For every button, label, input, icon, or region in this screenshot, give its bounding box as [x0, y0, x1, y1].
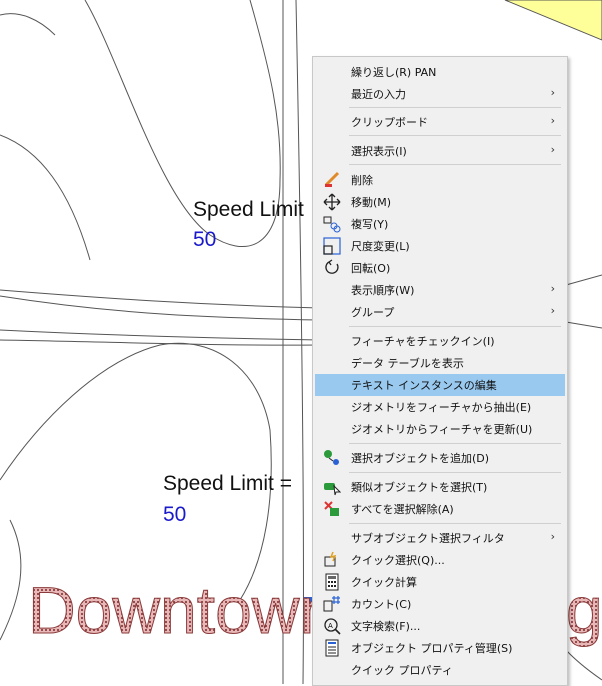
downtown-text: Downtown: [28, 573, 313, 648]
count-icon: [315, 593, 349, 615]
properties-icon: [315, 637, 349, 659]
road-left: [0, 134, 91, 261]
menu-item-rotate[interactable]: 回転(O): [315, 257, 565, 279]
eraser-icon: [315, 169, 349, 191]
speed-limit-label-2: Speed Limit =: [163, 472, 292, 495]
submenu-arrow-icon: ›: [550, 114, 555, 127]
menu-item-group[interactable]: グループ ›: [315, 301, 565, 323]
menu-item-add-selected[interactable]: 選択オブジェクトを追加(D): [315, 447, 565, 469]
menu-separator: [349, 164, 561, 165]
menu-separator: [349, 472, 561, 473]
yellow-parcel: [504, 0, 602, 41]
road-right-2: [565, 321, 602, 329]
svg-text:Downtown: Downtown: [28, 573, 312, 647]
menu-separator: [349, 523, 561, 524]
add-selected-icon: [315, 447, 349, 469]
speed-limit-label-1: Speed Limit: [193, 198, 304, 221]
select-similar-icon: [315, 476, 349, 498]
road-right-1: [565, 274, 602, 286]
road-horizontal-3: [0, 329, 321, 341]
deselect-all-icon: [315, 498, 349, 520]
submenu-arrow-icon: ›: [550, 86, 555, 99]
calculator-icon: [315, 571, 349, 593]
menu-item-edit-text-instance[interactable]: テキスト インスタンスの編集: [315, 374, 565, 396]
menu-item-draw-order[interactable]: 表示順序(W) ›: [315, 279, 565, 301]
menu-item-isolate[interactable]: 選択表示(I) ›: [315, 140, 565, 162]
speed-limit-value-1: 50: [193, 228, 217, 251]
copy-icon: [315, 213, 349, 235]
road-curve: [0, 13, 56, 36]
menu-item-properties[interactable]: オブジェクト プロパティ管理(S): [315, 637, 565, 659]
menu-separator: [349, 107, 561, 108]
menu-item-copy[interactable]: 複写(Y): [315, 213, 565, 235]
menu-item-extract-geometry[interactable]: ジオメトリをフィーチャから抽出(E): [315, 396, 565, 418]
menu-item-repeat-pan[interactable]: 繰り返し(R) PAN: [315, 61, 565, 83]
menu-item-checkin-feature[interactable]: フィーチャをチェックイン(I): [315, 330, 565, 352]
menu-item-select-similar[interactable]: 類似オブジェクトを選択(T): [315, 476, 565, 498]
move-icon: [315, 191, 349, 213]
road-horizontal-4: [0, 339, 321, 346]
menu-item-update-feature[interactable]: ジオメトリからフィーチャを更新(U): [315, 418, 565, 440]
context-menu: 繰り返し(R) PAN 最近の入力 › クリップボード › 選択表示(I) › 削除 …: [312, 56, 568, 686]
svg-text:g: g: [566, 580, 602, 647]
rotate-icon: [315, 257, 349, 279]
menu-item-clipboard[interactable]: クリップボード ›: [315, 111, 565, 133]
road-horizontal-2: [0, 295, 321, 321]
menu-item-show-data-table[interactable]: データ テーブルを表示: [315, 352, 565, 374]
speed-limit-value-2: 50: [163, 503, 187, 526]
road-bottom-right: [565, 649, 602, 681]
menu-item-quick-select[interactable]: クイック選択(Q)...: [315, 549, 565, 571]
menu-item-find-text[interactable]: A 文字検索(F)...: [315, 615, 565, 637]
menu-item-recent-input[interactable]: 最近の入力 ›: [315, 83, 565, 105]
submenu-arrow-icon: ›: [550, 530, 555, 543]
submenu-arrow-icon: ›: [550, 282, 555, 295]
road-horizontal-1: [0, 289, 321, 309]
quick-select-icon: [315, 549, 349, 571]
menu-item-move[interactable]: 移動(M): [315, 191, 565, 213]
submenu-arrow-icon: ›: [550, 304, 555, 317]
downtown-text-tail: g: [566, 580, 602, 648]
menu-item-count[interactable]: カウント(C): [315, 593, 565, 615]
menu-item-quick-calc[interactable]: クイック計算: [315, 571, 565, 593]
menu-separator: [349, 135, 561, 136]
menu-separator: [349, 443, 561, 444]
menu-item-subobject-filter[interactable]: サブオブジェクト選択フィルタ ›: [315, 527, 565, 549]
find-text-icon: A: [315, 615, 349, 637]
scale-icon: [315, 235, 349, 257]
menu-item-scale[interactable]: 尺度変更(L): [315, 235, 565, 257]
svg-text:A: A: [328, 622, 333, 630]
menu-separator: [349, 326, 561, 327]
menu-item-quick-properties[interactable]: クイック プロパティ: [315, 659, 565, 681]
menu-item-deselect-all[interactable]: すべてを選択解除(A): [315, 498, 565, 520]
submenu-arrow-icon: ›: [550, 143, 555, 156]
menu-item-erase[interactable]: 削除: [315, 169, 565, 191]
